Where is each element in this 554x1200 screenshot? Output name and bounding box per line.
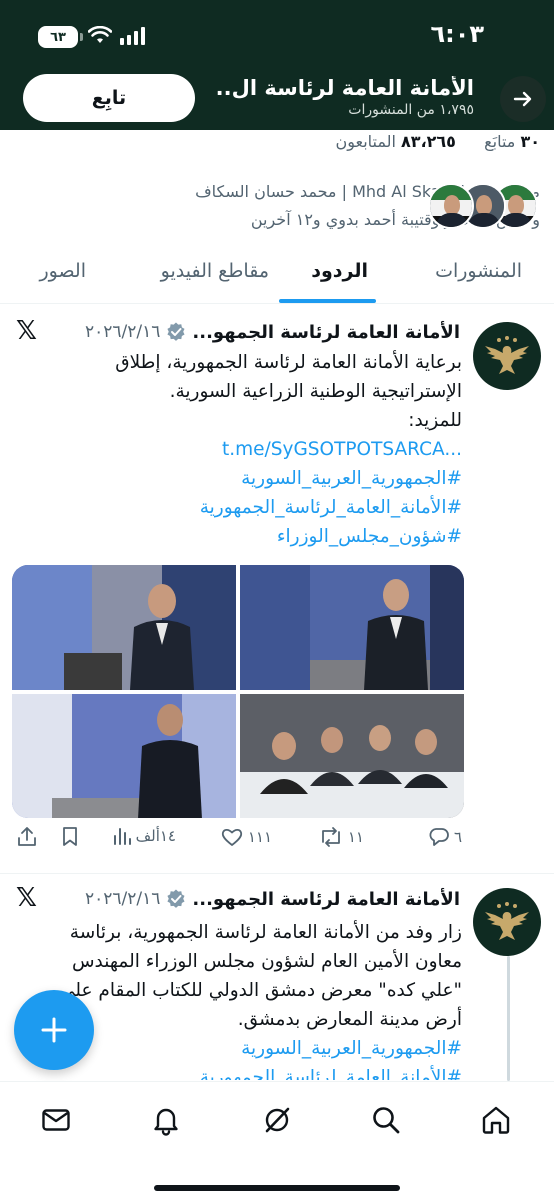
eagle-emblem-icon: [485, 902, 529, 940]
follow-button[interactable]: تابِع: [23, 74, 195, 122]
hashtag-link[interactable]: #الأمانة_العامة_لرئاسة_الجمهورية: [22, 493, 462, 522]
profile-header: ٦:٠٣ ٦٣ تابِع الأمانة العامة لرئاسة ال..…: [0, 0, 554, 130]
arrow-right-icon: [513, 91, 532, 107]
active-tab-indicator: [279, 299, 376, 303]
plus-icon: [41, 1017, 67, 1043]
bookmark-button[interactable]: [60, 826, 80, 848]
followers-count[interactable]: ٨٣،٢٦٥: [401, 132, 456, 151]
share-icon: [18, 827, 36, 846]
post-photo[interactable]: [12, 693, 236, 818]
bottom-navigation: [0, 1081, 554, 1200]
bell-icon: [154, 1108, 178, 1136]
post-divider: [0, 873, 554, 874]
post-text-line: زار وفد من الأمانة العامة لرئاسة الجمهور…: [69, 922, 462, 943]
x-logo-icon[interactable]: 𝕏: [16, 316, 37, 346]
heart-icon: [221, 828, 242, 846]
avatar: [428, 183, 474, 229]
followers-label[interactable]: المتابعون: [335, 132, 395, 151]
wifi-icon: [88, 26, 112, 43]
post-text: برعاية الأمانة العامة لرئاسة الجمهورية، …: [22, 348, 462, 551]
views-count: ١٤ألف: [135, 827, 176, 845]
views-chart-icon: [113, 828, 131, 845]
share-button[interactable]: [16, 826, 38, 848]
thread-line: [507, 956, 510, 1081]
nav-search[interactable]: [366, 1100, 406, 1140]
battery-icon: ٦٣: [38, 26, 83, 48]
reply-icon: [429, 828, 449, 846]
hashtag-link[interactable]: #شؤون_مجلس_الوزراء: [22, 522, 462, 551]
tab-posts[interactable]: المنشورات: [435, 260, 522, 282]
post-date[interactable]: ٢٠٢٦/٢/١٦: [85, 889, 160, 909]
post-media-grid[interactable]: [12, 565, 464, 818]
reply-button[interactable]: ٦: [428, 826, 462, 848]
post-author-avatar[interactable]: [473, 322, 541, 390]
tab-videos[interactable]: مقاطع الفيديو: [161, 260, 269, 282]
header-post-count: ١،٧٩٥ من المنشورات: [348, 102, 474, 118]
post-text: زار وفد من الأمانة العامة لرئاسة الجمهور…: [22, 918, 462, 1080]
profile-tabs: المنشورات الردود مقاطع الفيديو الصور: [0, 248, 554, 304]
home-indicator: [154, 1185, 400, 1191]
back-button[interactable]: [500, 76, 546, 122]
post-photo[interactable]: [240, 693, 464, 818]
verified-badge-icon: [167, 889, 185, 908]
post-header: الأمانة العامة لرئاسة الجمهو... ٢٠٢٦/٢/١…: [85, 885, 460, 913]
nav-home[interactable]: [476, 1100, 516, 1140]
like-count: ١١١: [247, 828, 272, 846]
reply-count: ٦: [453, 828, 462, 846]
repost-icon: [321, 827, 340, 847]
post-author-avatar[interactable]: [473, 888, 541, 956]
repost-count: ١١: [347, 828, 364, 846]
envelope-icon: [42, 1109, 70, 1131]
repost-button[interactable]: ١١: [318, 826, 364, 848]
post-author-name[interactable]: الأمانة العامة لرئاسة الجمهو...: [192, 889, 460, 910]
search-icon: [373, 1107, 400, 1134]
post-photo[interactable]: [12, 565, 236, 690]
post-author-name[interactable]: الأمانة العامة لرئاسة الجمهو...: [192, 322, 460, 343]
views-button[interactable]: ١٤ألف: [112, 826, 176, 846]
header-title: الأمانة العامة لرئاسة ال...: [214, 76, 474, 100]
x-logo-icon[interactable]: 𝕏: [16, 883, 37, 913]
eagle-emblem-icon: [485, 336, 529, 374]
post-link[interactable]: t.me/SyGSOTPOTSARCA...: [22, 435, 462, 464]
following-count[interactable]: ٣٠: [520, 132, 540, 151]
status-bar: ٦:٠٣ ٦٣: [0, 0, 554, 68]
followers-you-know-avatars[interactable]: [428, 183, 540, 231]
compose-post-button[interactable]: [14, 990, 94, 1070]
nav-grok[interactable]: [257, 1100, 297, 1140]
post-text-line: "علي كده" معرض دمشق الدولي للكتاب المقام…: [59, 980, 462, 1001]
nav-notifications[interactable]: [146, 1100, 186, 1140]
cellular-signal-icon: [120, 27, 145, 45]
tab-photos[interactable]: الصور: [39, 260, 86, 282]
verified-badge-icon: [167, 322, 185, 341]
following-label[interactable]: متابَع: [484, 132, 515, 151]
post-photo[interactable]: [240, 565, 464, 690]
post-actions: ٦ ١١ ١١١ ١٤ألف: [0, 826, 554, 858]
post-header: الأمانة العامة لرئاسة الجمهو... ٢٠٢٦/٢/١…: [85, 318, 460, 346]
tab-replies[interactable]: الردود: [311, 260, 368, 282]
post-text-line: برعاية الأمانة العامة لرئاسة الجمهورية، …: [115, 352, 462, 373]
grok-icon: [265, 1107, 290, 1133]
profile-stats: ٣٠ متابَع ٨٣،٢٦٥ المتابعون: [335, 132, 540, 151]
home-icon: [482, 1106, 510, 1134]
bookmark-icon: [63, 827, 77, 846]
hashtag-link[interactable]: #الجمهورية_العربية_السورية: [22, 464, 462, 493]
post-date[interactable]: ٢٠٢٦/٢/١٦: [85, 322, 160, 342]
status-time: ٦:٠٣: [430, 20, 484, 48]
post-text-line: الإستراتيجية الوطنية الزراعية السورية.: [169, 381, 462, 402]
like-button[interactable]: ١١١: [220, 826, 272, 848]
nav-messages[interactable]: [36, 1100, 76, 1140]
post-text-line: للمزيد:: [408, 410, 462, 431]
post-text-line: معاون الأمين العام لشؤون مجلس الوزراء ال…: [71, 951, 462, 972]
hashtag-link[interactable]: #الأمانة_العامة_لرئاسة_الجمهورية: [22, 1063, 462, 1080]
